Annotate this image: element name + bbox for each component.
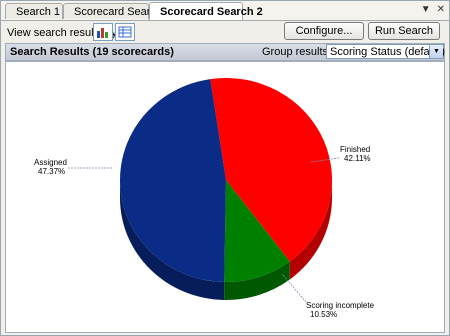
chart-view-button[interactable] — [93, 23, 113, 41]
run-search-button[interactable]: Run Search — [368, 22, 440, 40]
configure-button[interactable]: Configure... — [284, 22, 364, 40]
tab-search-1[interactable]: Search 1 — [5, 3, 63, 19]
slice-percent-assigned: 47.37% — [38, 167, 65, 176]
toolbar: View search results by: Configure... Run… — [1, 21, 449, 43]
slice-label-assigned: Assigned — [34, 158, 67, 167]
tab-scorecard-search-2[interactable]: Scorecard Search 2 — [149, 2, 263, 20]
scorecard-search-window: Search 1 Scorecard Search 1 Scorecard Se… — [0, 0, 450, 336]
tab-strip-controls: ▼ ✕ — [421, 4, 445, 15]
tab-dropdown-icon[interactable]: ▼ — [421, 4, 431, 15]
close-icon[interactable]: ✕ — [437, 4, 445, 15]
tab-label: Scorecard Search 2 — [160, 5, 263, 18]
pie-chart-area: Finished 42.11% Scoring incomplete 10.53% As… — [5, 61, 445, 333]
group-results-select[interactable]: Scoring Status (default) ▼ — [326, 44, 445, 59]
slice-percent-scoring-incomplete: 10.53% — [310, 310, 337, 319]
table-icon — [118, 26, 132, 38]
group-results-value: Scoring Status (default) — [330, 46, 445, 58]
table-view-button[interactable] — [115, 23, 135, 41]
slice-label-scoring-incomplete: Scoring incomplete — [306, 301, 375, 310]
slice-label-finished: Finished — [340, 145, 370, 154]
search-results-header: Search Results (19 scorecards) Group res… — [5, 43, 445, 61]
search-results-title: Search Results (19 scorecards) — [10, 46, 174, 58]
tab-label: Search 1 — [16, 5, 61, 18]
chevron-down-icon[interactable]: ▼ — [429, 45, 443, 58]
bar-chart-icon — [97, 28, 108, 38]
tab-scorecard-search-1[interactable]: Scorecard Search 1 — [63, 3, 171, 19]
tab-strip: Search 1 Scorecard Search 1 Scorecard Se… — [1, 1, 449, 21]
leader-line-scoring-incomplete — [281, 273, 307, 303]
slice-percent-finished: 42.11% — [344, 154, 371, 163]
pie-chart: Finished42.11% Scoring incomplete10.53% As… — [34, 77, 375, 319]
